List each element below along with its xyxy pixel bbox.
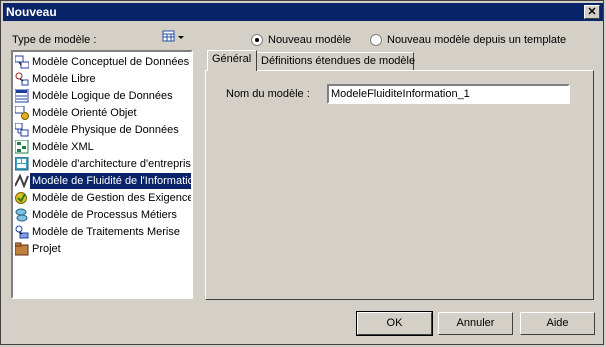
xml-model-icon: [15, 140, 29, 154]
list-item[interactable]: Projet: [14, 241, 191, 257]
free-model-icon: [15, 72, 29, 86]
window-title: Nouveau: [6, 5, 57, 19]
title-bar: Nouveau ✕: [3, 3, 603, 21]
list-item[interactable]: Modèle Libre: [14, 71, 191, 87]
model-type-list[interactable]: Modèle Conceptuel de Données Modèle Libr…: [11, 50, 193, 299]
tab-general[interactable]: Général: [207, 50, 257, 71]
project-icon: [15, 242, 29, 256]
list-item[interactable]: Modèle de Traitements Merise: [14, 224, 191, 240]
from-template-radio-label[interactable]: Nouveau modèle depuis un template: [387, 34, 566, 46]
model-type-label: Type de modèle :: [12, 34, 97, 46]
grid-view-icon: [162, 30, 184, 42]
tab-extended-definitions[interactable]: Définitions étendues de modèle: [256, 52, 415, 71]
logical-model-icon: [15, 89, 29, 103]
help-button[interactable]: Aide: [520, 312, 595, 335]
model-name-label: Nom du modèle :: [226, 88, 310, 100]
close-button[interactable]: ✕: [584, 5, 600, 19]
list-item[interactable]: Modèle d'architecture d'entreprise: [14, 156, 191, 172]
view-mode-button[interactable]: [162, 30, 184, 44]
list-item[interactable]: Modèle de Processus Métiers: [14, 207, 191, 223]
model-name-input[interactable]: ModeleFluiditeInformation_1: [327, 84, 570, 104]
list-item[interactable]: Modèle Orienté Objet: [14, 105, 191, 121]
information-flow-icon: [15, 174, 29, 188]
list-item[interactable]: Modèle Physique de Données: [14, 122, 191, 138]
list-item[interactable]: Modèle de Gestion des Exigences: [14, 190, 191, 206]
list-item[interactable]: Modèle Conceptuel de Données: [14, 54, 191, 70]
business-process-icon: [15, 208, 28, 222]
requirements-model-icon: [15, 192, 27, 204]
cancel-button[interactable]: Annuler: [438, 312, 513, 335]
list-item[interactable]: Modèle de Fluidité de l'Information: [14, 173, 191, 189]
tab-panel-general: [205, 70, 594, 300]
new-model-radio-label[interactable]: Nouveau modèle: [268, 34, 351, 46]
list-item[interactable]: Modèle XML: [14, 139, 191, 155]
list-item[interactable]: Modèle Logique de Données: [14, 88, 191, 104]
enterprise-architecture-icon: [15, 157, 29, 171]
ok-button[interactable]: OK: [356, 311, 433, 336]
merise-model-icon: [15, 225, 29, 239]
physical-model-icon: [15, 123, 29, 137]
from-template-radio[interactable]: [370, 34, 382, 46]
new-model-radio[interactable]: [251, 34, 263, 46]
close-icon: ✕: [587, 6, 597, 18]
conceptual-model-icon: [15, 55, 29, 69]
radio-selected-dot: [255, 38, 259, 42]
object-model-icon: [15, 106, 29, 120]
